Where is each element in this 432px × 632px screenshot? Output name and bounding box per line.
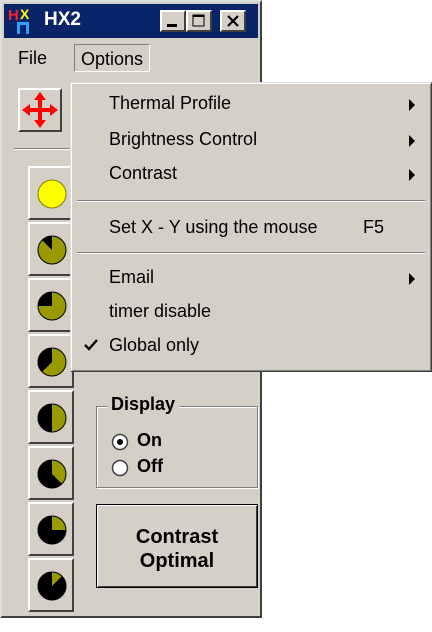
svg-text:X: X <box>20 6 30 22</box>
contrast-button-line1: Contrast <box>135 526 219 548</box>
checkmark-icon <box>84 339 98 351</box>
menu-item-brightness-control[interactable]: Brightness Control <box>73 125 429 155</box>
display-group-label: Display <box>107 394 180 415</box>
pie-level-icon <box>37 291 67 321</box>
menu-item-label: Thermal Profile <box>109 93 232 113</box>
menu-item-label: Global only <box>109 335 200 355</box>
pie-level-icon <box>37 459 67 489</box>
menu-options[interactable]: Options <box>74 44 151 72</box>
contrast-button-line2: Optimal <box>139 550 215 572</box>
move-arrows-icon <box>22 92 58 128</box>
menu-item-thermal-profile[interactable]: Thermal Profile <box>73 89 429 119</box>
menu-item-contrast[interactable]: Contrast <box>73 159 429 189</box>
pie-level-icon <box>37 347 67 377</box>
pie-level-icon <box>37 571 67 601</box>
display-group: Display On Off <box>96 394 258 488</box>
menu-item-label: Email <box>109 267 155 287</box>
pie-level-icon <box>37 235 67 265</box>
contrast-optimal-button[interactable]: Contrast Optimal <box>96 504 258 588</box>
brightness-level-button[interactable] <box>28 222 74 276</box>
pie-level-icon <box>37 515 67 545</box>
menu-item-label: timer disable <box>109 301 212 321</box>
pie-level-icon <box>37 403 67 433</box>
options-dropdown-menu: Thermal Profile Brightness Control Contr… <box>70 82 432 372</box>
full-circle-icon <box>37 179 67 209</box>
submenu-arrow-icon <box>409 273 415 285</box>
radio-selected-icon <box>111 433 129 451</box>
brightness-level-button[interactable] <box>28 278 74 332</box>
brightness-level-button[interactable] <box>28 166 74 220</box>
brightness-level-button[interactable] <box>28 502 74 556</box>
menu-item-label: Set X - Y using the mouse <box>109 217 318 237</box>
brightness-level-button[interactable] <box>28 558 74 612</box>
submenu-arrow-icon <box>409 99 415 111</box>
display-off-label: Off <box>137 456 163 476</box>
brightness-level-button[interactable] <box>28 334 74 388</box>
menu-separator <box>77 252 425 254</box>
close-icon <box>227 15 239 27</box>
menu-item-timer-disable[interactable]: timer disable <box>73 297 429 327</box>
display-on-label: On <box>137 430 162 450</box>
close-button[interactable] <box>220 10 246 32</box>
menu-item-set-xy[interactable]: Set X - Y using the mouse F5 <box>73 213 429 243</box>
minimize-icon <box>167 24 177 27</box>
svg-text:H: H <box>8 7 19 24</box>
radio-unselected-icon <box>111 459 129 477</box>
menu-item-global-only[interactable]: Global only <box>73 331 429 361</box>
menu-item-label: Contrast <box>109 163 178 183</box>
minimize-button[interactable] <box>160 10 186 32</box>
brightness-level-button[interactable] <box>28 446 74 500</box>
submenu-arrow-icon <box>409 169 415 181</box>
menu-item-email[interactable]: Email <box>73 263 429 293</box>
maximize-button[interactable] <box>186 10 212 32</box>
menu-item-shortcut: F5 <box>363 217 385 237</box>
window-title: HX2 <box>44 9 81 30</box>
menu-separator <box>77 200 425 202</box>
brightness-level-column <box>28 166 76 622</box>
brightness-level-button[interactable] <box>28 390 74 444</box>
submenu-arrow-icon <box>409 135 415 147</box>
set-xy-move-button[interactable] <box>18 88 62 132</box>
maximize-icon <box>192 14 205 27</box>
menu-bar: File Options <box>4 40 258 74</box>
hx-app-icon: H X <box>8 6 30 34</box>
menu-file[interactable]: File <box>10 44 55 72</box>
title-bar[interactable]: H X HX2 <box>4 4 258 38</box>
menu-item-label: Brightness Control <box>109 129 258 149</box>
